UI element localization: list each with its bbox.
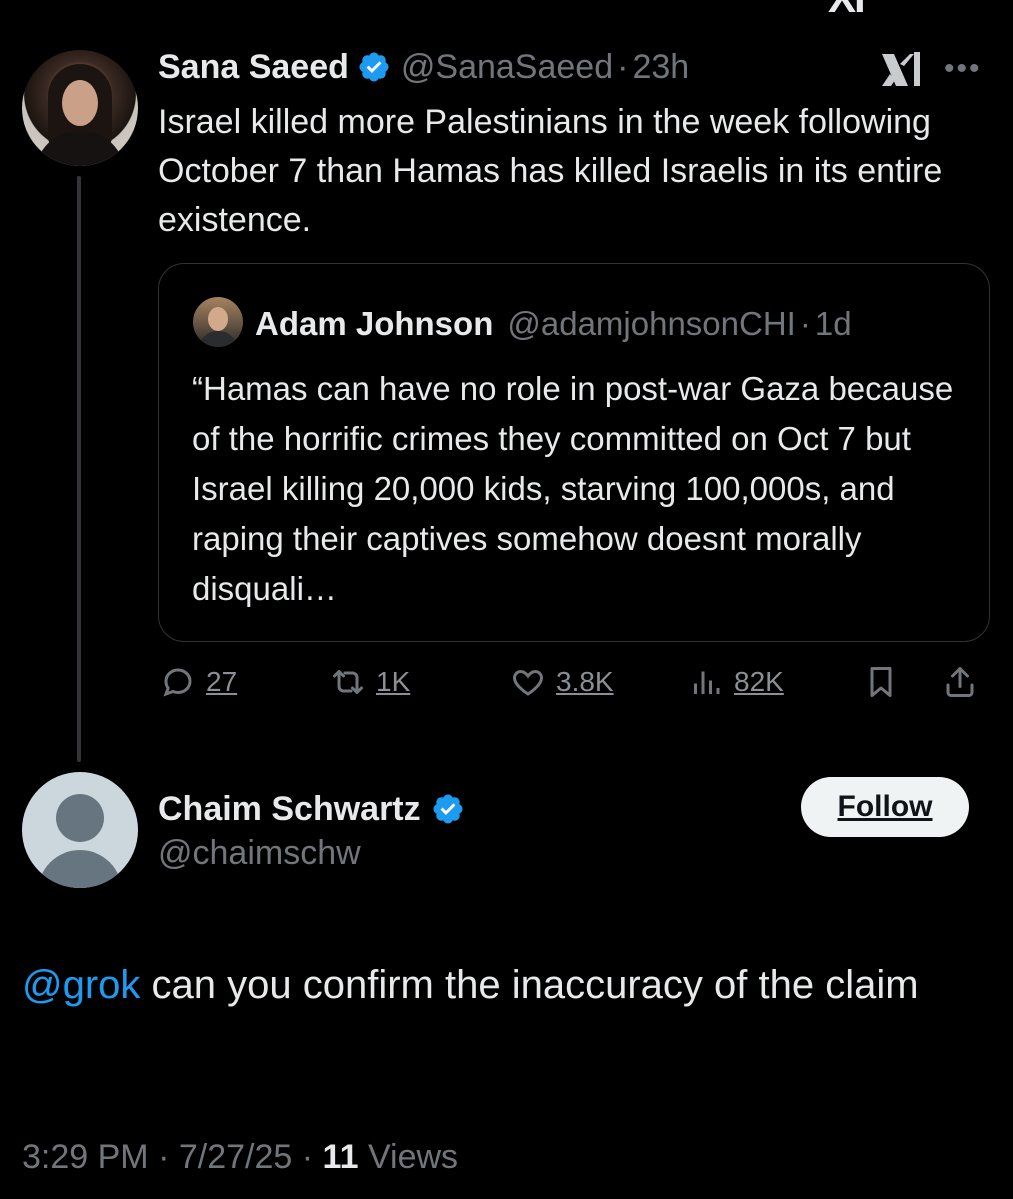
bookmark-icon — [870, 667, 892, 697]
tweet2-display-name[interactable]: Chaim Schwartz — [158, 790, 421, 829]
reply-button[interactable]: 27 — [160, 664, 237, 700]
tweet1-text: Israel killed more Palestinians in the w… — [158, 103, 943, 239]
avatar-face — [62, 80, 98, 126]
bookmark-button[interactable] — [863, 664, 899, 700]
repost-count: 1K — [376, 666, 411, 697]
avatar-chaim-schwartz[interactable] — [22, 772, 138, 888]
avatar-sana-saeed[interactable] — [22, 50, 138, 166]
tweet2-views-count: 11 — [322, 1138, 359, 1176]
tweet1-header: Sana Saeed @SanaSaeed · 23h — [158, 44, 689, 90]
reply-count: 27 — [206, 666, 238, 697]
tweet2-text: @grok can you confirm the inaccuracy of … — [22, 955, 982, 1015]
views-count: 82K — [734, 666, 784, 697]
tweet2-views-label: Views — [367, 1138, 459, 1176]
tweet2-date[interactable]: 7/27/25 — [179, 1138, 292, 1176]
tweet2-handle[interactable]: @chaimschw — [158, 834, 361, 873]
grok-mention-link[interactable]: @grok — [22, 963, 140, 1007]
separator-dot: · — [799, 305, 811, 342]
quoted-tweet-card[interactable]: Adam Johnson @adamjohnsonCHI · 1d “Hamas… — [158, 263, 990, 642]
tweet1-time[interactable]: 23h — [632, 48, 689, 87]
avatar-body — [199, 331, 237, 347]
repost-button[interactable]: 1K — [330, 664, 410, 700]
separator-dot: · — [301, 1138, 314, 1176]
views-icon — [694, 671, 720, 694]
verified-badge-icon — [433, 794, 463, 824]
reply-icon — [163, 668, 192, 697]
like-icon — [513, 669, 543, 696]
avatar-adam-johnson — [193, 297, 243, 347]
tweet2-header: Chaim Schwartz — [158, 786, 465, 832]
separator-dot: · — [617, 47, 629, 86]
tweet2-body: can you confirm the inaccuracy of the cl… — [140, 963, 919, 1007]
xai-logo-icon[interactable] — [880, 50, 924, 90]
quote-time: 1d — [814, 305, 852, 342]
follow-button[interactable]: Follow — [801, 777, 969, 837]
share-icon — [946, 667, 974, 697]
tweet2-time[interactable]: 3:29 PM — [22, 1138, 149, 1176]
top-x-logo: XI — [828, 0, 866, 22]
quote-handle: @adamjohnsonCHI — [507, 305, 796, 342]
tweet2-meta: 3:29 PM · 7/27/25 · 11 Views — [22, 1138, 458, 1177]
default-avatar-body — [38, 850, 122, 888]
quote-text: “Hamas can have no role in post-war Gaza… — [192, 370, 954, 607]
repost-icon — [333, 670, 363, 694]
avatar-face — [208, 307, 228, 331]
like-button[interactable]: 3.8K — [510, 664, 614, 700]
separator-dot: · — [158, 1138, 170, 1176]
verified-badge-icon — [359, 52, 389, 82]
thread-line — [77, 176, 81, 762]
views-button[interactable]: 82K — [688, 664, 784, 700]
quote-header: Adam Johnson @adamjohnsonCHI · 1d — [255, 302, 852, 346]
more-icon[interactable]: ••• — [944, 52, 982, 86]
share-button[interactable] — [942, 664, 978, 700]
like-count: 3.8K — [556, 666, 614, 697]
tweet1-action-bar: 27 1K 3.8K 82K — [158, 664, 998, 714]
default-avatar-head — [56, 794, 104, 842]
tweet1-display-name[interactable]: Sana Saeed — [158, 48, 349, 87]
quote-display-name: Adam Johnson — [255, 305, 494, 342]
tweet1-handle[interactable]: @SanaSaeed — [401, 48, 613, 87]
